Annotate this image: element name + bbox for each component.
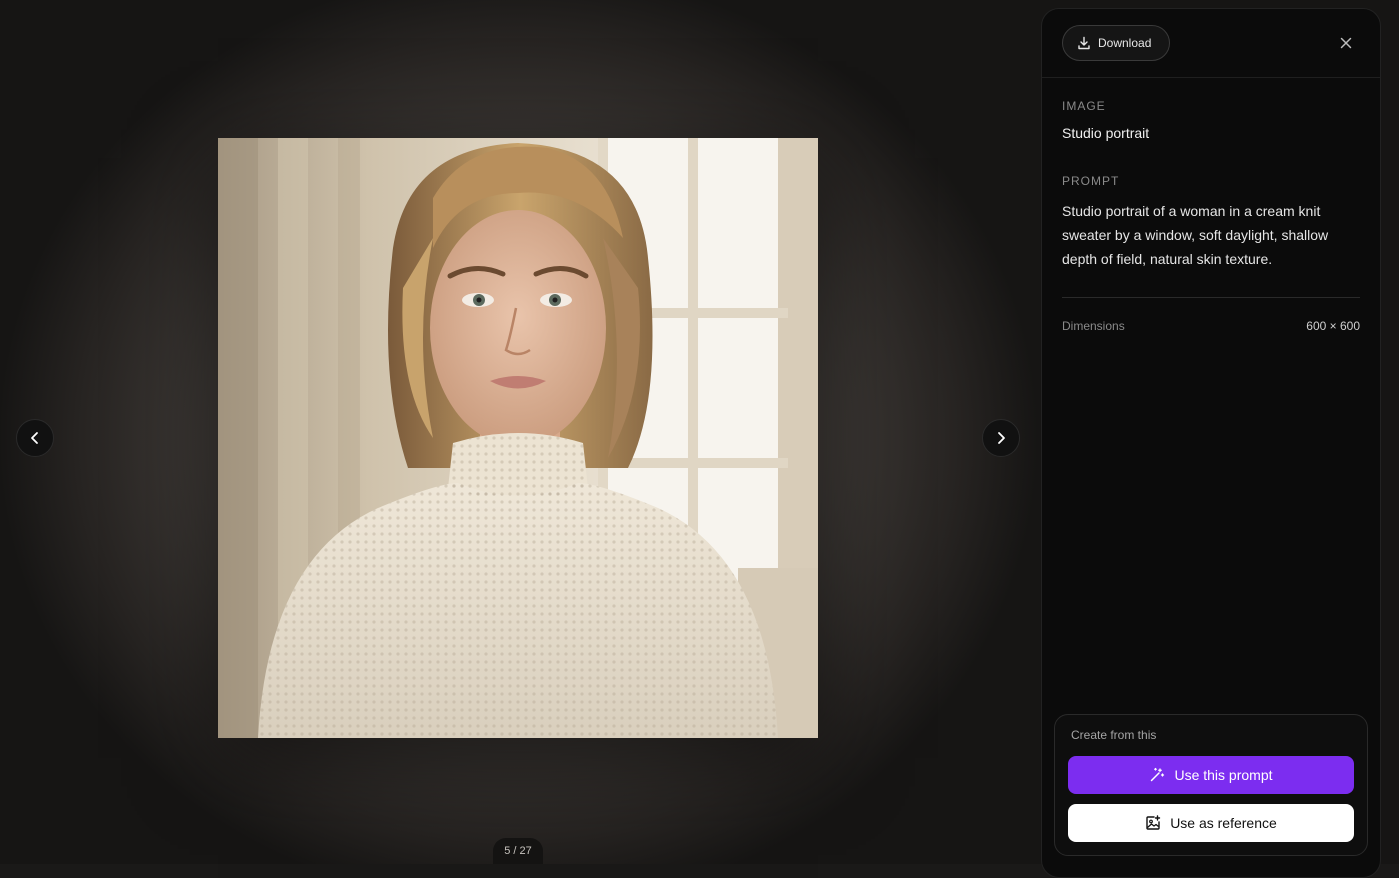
- prompt-text: Studio portrait of a woman in a cream kn…: [1062, 203, 1329, 267]
- close-icon[interactable]: [1338, 35, 1354, 51]
- image-section-label: IMAGE: [1062, 99, 1106, 113]
- preview-image: [218, 138, 818, 738]
- use-prompt-label: Use this prompt: [1174, 767, 1273, 783]
- download-label: Download: [1098, 36, 1152, 50]
- download-icon: [1078, 36, 1090, 50]
- use-reference-label: Use as reference: [1170, 815, 1277, 831]
- portrait-illustration: [218, 138, 818, 738]
- download-button[interactable]: Download: [1062, 25, 1170, 61]
- use-prompt-button[interactable]: Use this prompt: [1068, 756, 1354, 794]
- create-title: Create from this: [1071, 728, 1157, 742]
- previous-image-button[interactable]: [16, 419, 54, 457]
- use-reference-button[interactable]: Use as reference: [1068, 804, 1354, 842]
- chevron-left-icon: [31, 432, 38, 444]
- panel-header: Download: [1042, 9, 1380, 78]
- image-counter: 5 / 27: [493, 838, 543, 864]
- details-panel: Download IMAGE Studio portrait PROMPT St…: [1041, 8, 1381, 878]
- image-plus-icon: [1146, 815, 1161, 830]
- image-title: Studio portrait: [1062, 125, 1150, 141]
- prompt-section-label: PROMPT: [1062, 174, 1120, 188]
- magic-wand-icon: [1151, 767, 1165, 782]
- dimensions-label: Dimensions: [1062, 319, 1125, 333]
- create-from-this-card: Create from this Use this prompt Use as …: [1054, 714, 1368, 856]
- next-image-button[interactable]: [982, 419, 1020, 457]
- dimensions-value: 600 × 600: [1306, 319, 1360, 333]
- chevron-right-icon: [998, 432, 1005, 444]
- divider: [1062, 297, 1360, 298]
